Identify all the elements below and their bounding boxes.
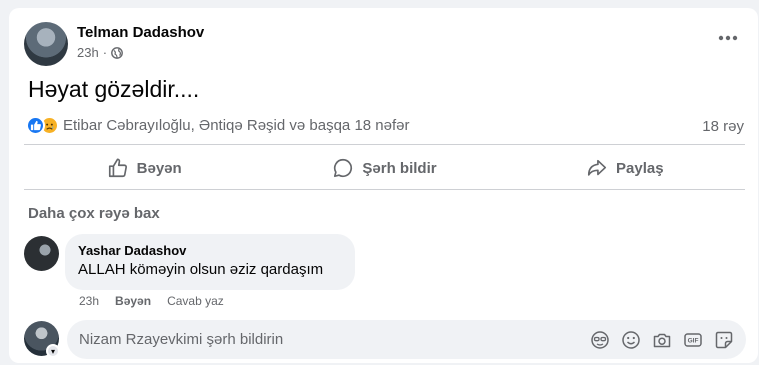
commenter-avatar[interactable] [24, 236, 59, 271]
sticker-icon[interactable] [714, 330, 734, 350]
more-icon [718, 35, 738, 41]
share-icon [587, 159, 607, 176]
more-options-button[interactable] [718, 30, 738, 41]
avatar-sticker-icon[interactable] [590, 330, 610, 350]
divider [24, 144, 745, 145]
comment-input[interactable] [79, 331, 579, 348]
like-label: Bəyən [136, 159, 182, 177]
comment-composer: GIF [67, 320, 746, 359]
divider [24, 189, 745, 190]
comment-icon [334, 158, 353, 178]
comment-like-link[interactable]: Bəyən [115, 294, 151, 308]
thumbs-up-icon [108, 158, 127, 178]
author-avatar[interactable] [24, 22, 68, 66]
comment-reply-link[interactable]: Cavab yaz [167, 294, 224, 308]
gif-icon[interactable]: GIF [683, 330, 703, 350]
share-button[interactable]: Paylaş [505, 146, 745, 190]
comment-count[interactable]: 18 rəy [702, 118, 744, 135]
svg-text:GIF: GIF [688, 338, 699, 345]
like-reaction-icon [26, 116, 45, 135]
post-text: Həyat gözəldir.... [28, 76, 200, 102]
reactions-names[interactable]: Etibar Cəbrayıloğlu, Əntiqə Rəşid və baş… [63, 117, 410, 134]
share-label: Paylaş [616, 159, 664, 177]
comment-author[interactable]: Yashar Dadashov [78, 243, 342, 258]
meta-separator: · [102, 45, 108, 60]
comment-label: Şərh bildir [362, 159, 437, 177]
reactions-summary[interactable]: Etibar Cəbrayıloğlu, Əntiqə Rəşid və baş… [26, 116, 410, 135]
post-time[interactable]: 23h [77, 45, 99, 60]
globe-icon[interactable] [111, 46, 123, 59]
post-actions: Bəyən Şərh bildir Paylaş [24, 146, 745, 190]
emoji-icon[interactable] [621, 330, 641, 350]
comment-text: ALLAH köməyin olsun əziz qardaşım [78, 261, 324, 278]
author-name[interactable]: Telman Dadashov [77, 24, 204, 41]
comment-bubble: Yashar Dadashov ALLAH köməyin olsun əziz… [65, 234, 355, 290]
like-button[interactable]: Bəyən [24, 146, 264, 190]
composer-icons: GIF [590, 330, 734, 350]
comment-button[interactable]: Şərh bildir [264, 146, 504, 190]
chevron-down-icon[interactable]: ▾ [46, 344, 60, 358]
post-meta: 23h · [77, 45, 123, 60]
view-more-comments-link[interactable]: Daha çox rəyə bax [28, 205, 160, 222]
comment-meta: 23h Bəyən Cavab yaz [79, 294, 224, 308]
post-card: Telman Dadashov 23h · Həyat gözəldir....… [9, 8, 758, 363]
camera-icon[interactable] [652, 330, 672, 350]
comment-time[interactable]: 23h [79, 294, 99, 308]
